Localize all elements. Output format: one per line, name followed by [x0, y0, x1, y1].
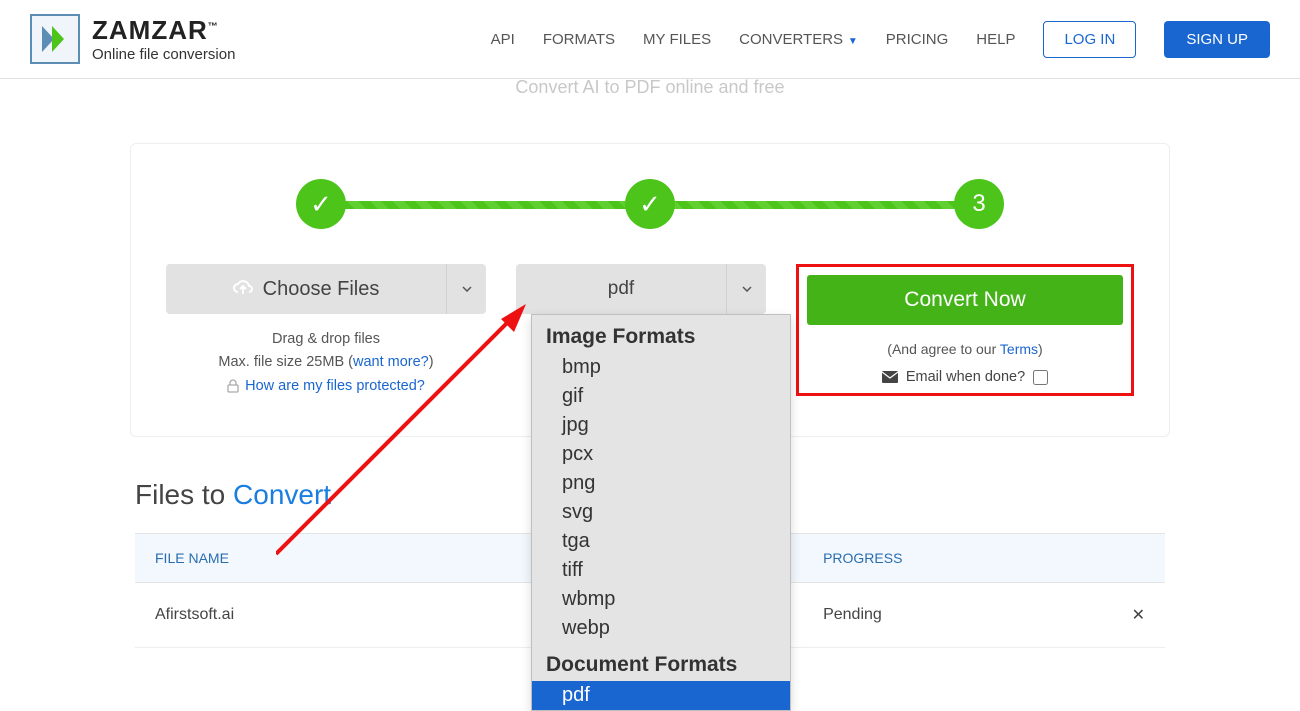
files-protected-link[interactable]: How are my files protected?	[245, 378, 425, 394]
cell-progress: Pending	[803, 583, 1111, 648]
format-select-button[interactable]: pdf	[516, 264, 726, 314]
terms-link[interactable]: Terms	[1000, 341, 1038, 357]
col-progress-header: PROGRESS	[803, 534, 1111, 583]
logo-mark-icon	[30, 14, 80, 64]
chevron-down-icon	[462, 286, 472, 292]
chevron-down-icon	[742, 286, 752, 292]
format-option-selected[interactable]: pdf	[532, 681, 790, 710]
terms-row: (And agree to our Terms)	[807, 341, 1123, 357]
nav-api[interactable]: API	[491, 31, 515, 48]
logo[interactable]: ZAMZAR™ Online file conversion	[30, 14, 235, 64]
brand-tagline: Online file conversion	[92, 46, 235, 63]
nav-pricing[interactable]: PRICING	[886, 31, 949, 48]
format-option[interactable]: jpg	[532, 411, 790, 440]
upload-cloud-icon	[233, 280, 253, 298]
dropdown-group-image: Image Formats	[532, 315, 790, 353]
stepper: ✓ ✓ 3	[296, 179, 1004, 229]
convert-now-button[interactable]: Convert Now	[807, 275, 1123, 325]
format-dropdown-toggle[interactable]	[726, 264, 766, 314]
nav-formats[interactable]: FORMATS	[543, 31, 615, 48]
format-option[interactable]: bmp	[532, 353, 790, 382]
nav-converters[interactable]: CONVERTERS ▼	[739, 31, 858, 48]
format-column: pdf	[496, 264, 786, 314]
format-dropdown-panel: Image Formats bmp gif jpg pcx png svg tg…	[531, 314, 791, 711]
chevron-down-icon: ▼	[845, 36, 858, 47]
col-actions-header	[1112, 534, 1165, 583]
nav-help[interactable]: HELP	[976, 31, 1015, 48]
step-3-number: 3	[954, 179, 1004, 229]
step-2-check-icon: ✓	[625, 179, 675, 229]
remove-file-button[interactable]: ✕	[1112, 583, 1165, 648]
convert-highlight-box: Convert Now (And agree to our Terms) Ema…	[796, 264, 1134, 396]
format-option[interactable]: tga	[532, 527, 790, 556]
choose-files-column: Choose Files Drag & drop files Max. file…	[166, 264, 486, 394]
cell-filename: Afirstsoft.ai	[135, 583, 567, 648]
step-1-check-icon: ✓	[296, 179, 346, 229]
format-option[interactable]: pcx	[532, 440, 790, 469]
format-option[interactable]: gif	[532, 382, 790, 411]
format-option[interactable]: wbmp	[532, 585, 790, 614]
col-filename-header: FILE NAME	[135, 534, 567, 583]
want-more-link[interactable]: want more?	[353, 354, 429, 370]
brand-name: ZAMZAR™	[92, 15, 235, 46]
email-when-done-checkbox[interactable]	[1033, 370, 1048, 385]
format-option[interactable]: webp	[532, 614, 790, 643]
lock-icon	[227, 379, 239, 393]
choose-files-dropdown-toggle[interactable]	[446, 264, 486, 314]
top-header: ZAMZAR™ Online file conversion API FORMA…	[0, 0, 1300, 79]
email-when-done-label: Email when done?	[906, 369, 1025, 385]
login-button[interactable]: LOG IN	[1043, 21, 1136, 58]
choose-help-text: Drag & drop files Max. file size 25MB (w…	[218, 328, 433, 374]
nav-myfiles[interactable]: MY FILES	[643, 31, 711, 48]
page-subtitle: Convert AI to PDF online and free	[0, 77, 1300, 98]
format-option[interactable]: tiff	[532, 556, 790, 585]
main-nav: API FORMATS MY FILES CONVERTERS ▼ PRICIN…	[491, 21, 1270, 58]
format-option[interactable]: svg	[532, 498, 790, 527]
format-option[interactable]: png	[532, 469, 790, 498]
convert-column: Convert Now (And agree to our Terms) Ema…	[796, 264, 1134, 396]
choose-files-button[interactable]: Choose Files	[166, 264, 446, 314]
signup-button[interactable]: SIGN UP	[1164, 21, 1270, 58]
conversion-card: ✓ ✓ 3 Choose Files Drag & drop files Max…	[130, 143, 1170, 437]
mail-icon	[882, 371, 898, 383]
dropdown-group-document: Document Formats	[532, 643, 790, 681]
